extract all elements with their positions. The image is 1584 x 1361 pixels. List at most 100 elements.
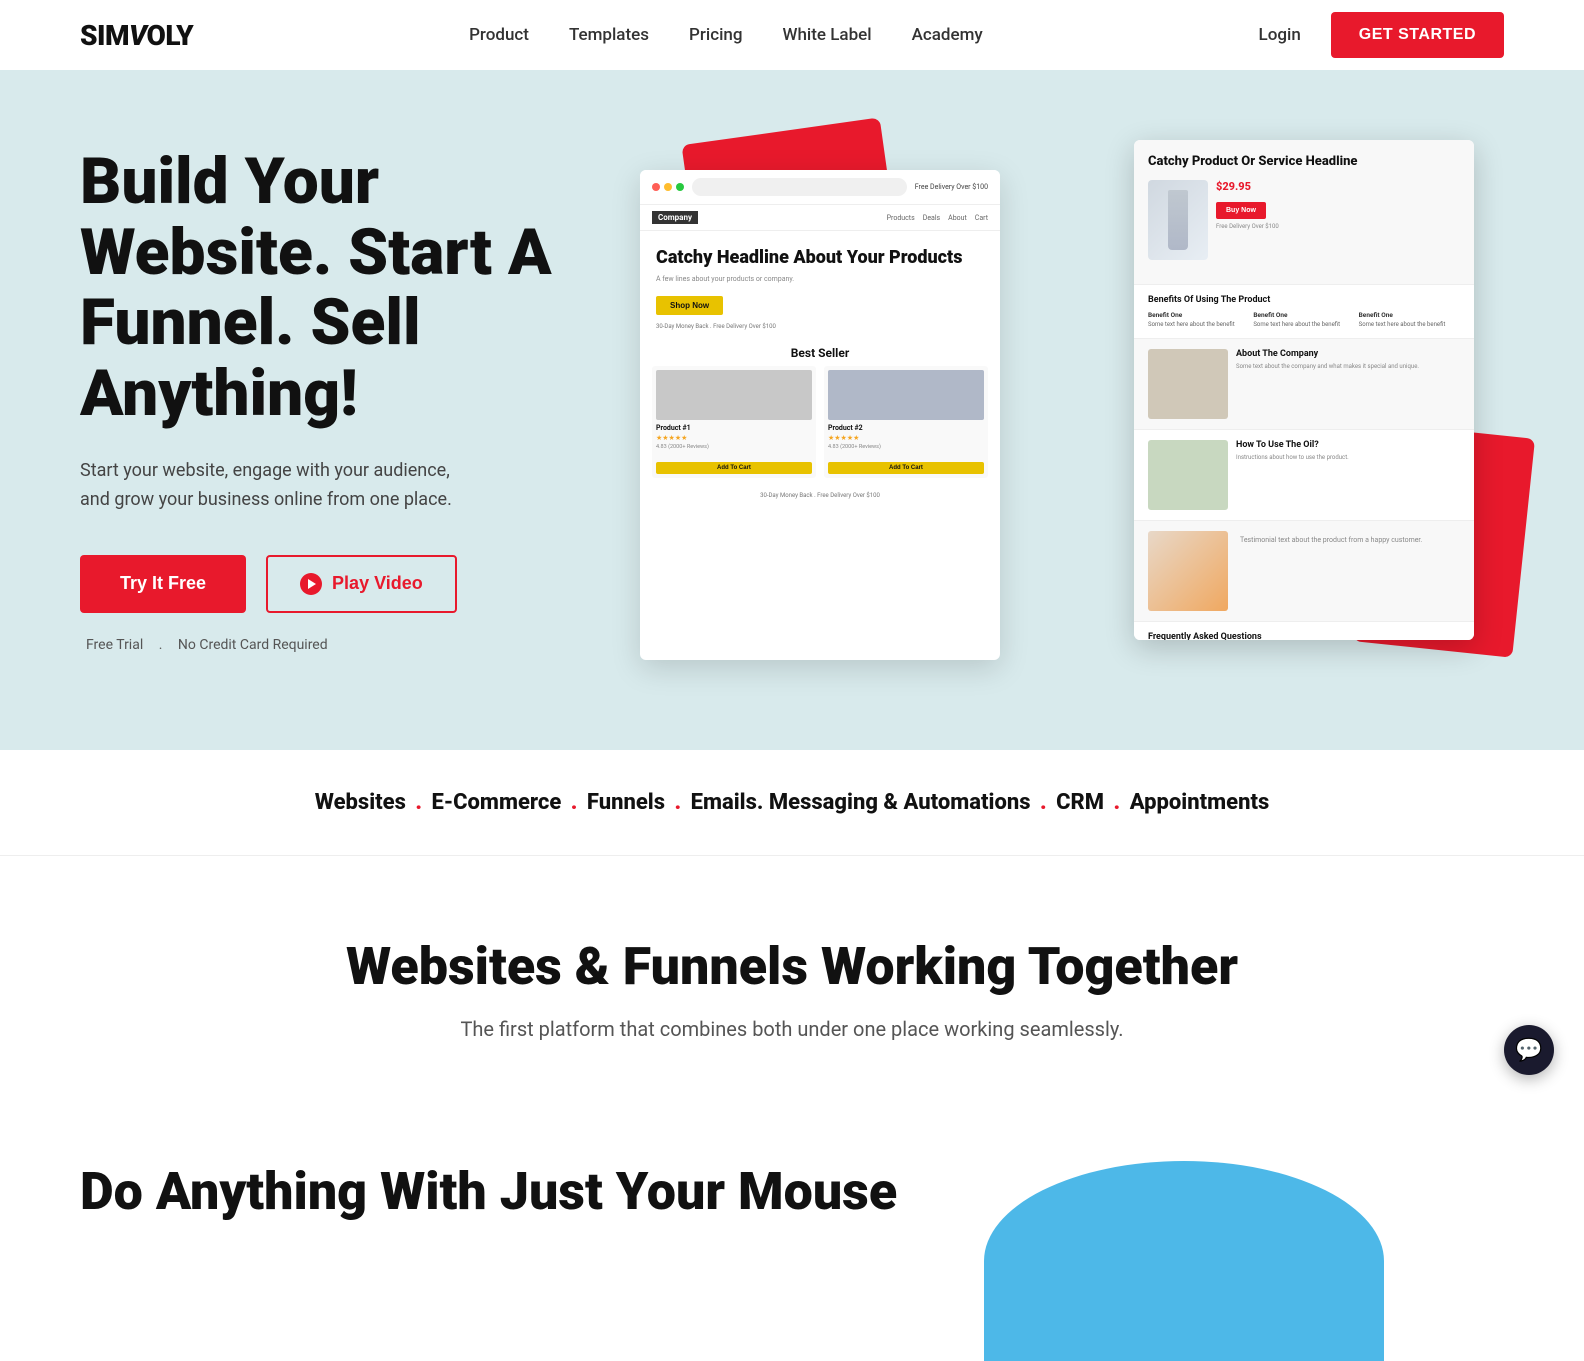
- chat-widget[interactable]: 💬: [1504, 1025, 1554, 1075]
- ss-product-card-1: Product #1 ★★★★★ 4.83 (2000+ Reviews) Ad…: [652, 366, 816, 478]
- ss-product-name-1: Product #1: [656, 424, 812, 432]
- play-video-button[interactable]: Play Video: [266, 555, 457, 613]
- nav-item-whitelabel[interactable]: White Label: [783, 25, 872, 45]
- ss-right-headline: Catchy Product Or Service Headline: [1148, 154, 1460, 170]
- ss-stars-1: ★★★★★: [656, 434, 812, 442]
- ss-how-image: [1148, 440, 1228, 510]
- feature-emails: Emails. Messaging & Automations: [691, 790, 1031, 815]
- ss-dot-yellow: [664, 183, 672, 191]
- ss-nav-products: Products: [887, 214, 915, 222]
- ss-bestseller-title: Best Seller: [640, 338, 1000, 366]
- ss-add-cart-1: Add To Cart: [656, 462, 812, 474]
- get-started-button[interactable]: GET STARTED: [1331, 12, 1504, 58]
- hero-section: Build Your Website. Start A Funnel. Sell…: [0, 70, 1584, 750]
- ss-delivery-badge: Free Delivery Over $100: [915, 183, 988, 191]
- blue-decorative-shape: [984, 1161, 1384, 1361]
- nav-item-templates[interactable]: Templates: [569, 25, 649, 45]
- navbar: SIMVOLY Product Templates Pricing White …: [0, 0, 1584, 70]
- login-link[interactable]: Login: [1259, 25, 1301, 45]
- ss-about-title: About The Company: [1236, 349, 1460, 359]
- nav-links: Product Templates Pricing White Label Ac…: [469, 25, 983, 45]
- logo-v: V: [129, 19, 146, 52]
- ss-product-img-1: [656, 370, 812, 420]
- ss-footer-guarantee: 30-Day Money Back . Free Delivery Over $…: [640, 488, 1000, 503]
- ss-faq-section: Frequently Asked Questions Question 1 Qu…: [1134, 621, 1474, 640]
- hero-buttons: Try It Free Play Video: [80, 555, 580, 613]
- ss-person-text: Testimonial text about the product from …: [1236, 531, 1460, 611]
- ss-benefit-1: Benefit OneSome text here about the bene…: [1148, 311, 1249, 328]
- dot-2: .: [565, 790, 583, 815]
- logo[interactable]: SIMVOLY: [80, 19, 193, 52]
- section2: Websites & Funnels Working Together The …: [0, 855, 1584, 1161]
- ss-how-desc: Instructions about how to use the produc…: [1236, 454, 1460, 462]
- ss-faq-title: Frequently Asked Questions: [1148, 632, 1460, 640]
- dot-1: .: [410, 790, 428, 815]
- feature-crm: CRM: [1056, 790, 1104, 815]
- hero-subtitle: Start your website, engage with your aud…: [80, 457, 480, 515]
- ss-add-cart-2: Add To Cart: [828, 462, 984, 474]
- feature-ecommerce: E-Commerce: [432, 790, 562, 815]
- free-trial-text: Free Trial: [86, 637, 143, 653]
- ss-price-info: $29.95 Buy Now Free Delivery Over $100: [1216, 180, 1460, 260]
- hero-title: Build Your Website. Start A Funnel. Sell…: [80, 147, 580, 429]
- ss-reviews-1: 4.83 (2000+ Reviews): [656, 444, 812, 450]
- ss-product-name-2: Product #2: [828, 424, 984, 432]
- ss-product-card-2: Product #2 ★★★★★ 4.83 (2000+ Reviews) Ad…: [824, 366, 988, 478]
- ss-shop-button: Shop Now: [656, 296, 723, 315]
- logo-oly: OLY: [146, 19, 193, 52]
- section3: Do Anything With Just Your Mouse: [0, 1161, 1584, 1361]
- ss-how-text: How To Use The Oil? Instructions about h…: [1236, 440, 1460, 510]
- screenshot-right: Catchy Product Or Service Headline $29.9…: [1134, 140, 1474, 640]
- nav-right: Login GET STARTED: [1259, 12, 1504, 58]
- feature-appointments: Appointments: [1130, 790, 1270, 815]
- ss-products-row: Product #1 ★★★★★ 4.83 (2000+ Reviews) Ad…: [640, 366, 1000, 488]
- ss-hero-sub: A few lines about your products or compa…: [656, 275, 984, 283]
- ss-about-section: About The Company Some text about the co…: [1134, 338, 1474, 429]
- ss-about-image: [1148, 349, 1228, 419]
- ss-benefits-grid: Benefit OneSome text here about the bene…: [1148, 311, 1460, 328]
- ss-guarantee: 30-Day Money Back . Free Delivery Over $…: [656, 323, 984, 330]
- chat-icon: 💬: [1515, 1038, 1542, 1063]
- ss-dot-red: [652, 183, 660, 191]
- ss-delivery: Free Delivery Over $100: [1216, 223, 1460, 230]
- dot-5: .: [1108, 790, 1126, 815]
- ss-person-section: Testimonial text about the product from …: [1134, 520, 1474, 621]
- features-bar: Websites . E-Commerce . Funnels . Emails…: [0, 750, 1584, 855]
- ss-product-img-2: [828, 370, 984, 420]
- ss-right-hero: Catchy Product Or Service Headline $29.9…: [1134, 140, 1474, 284]
- ss-mock-nav: Products Deals About Cart: [887, 214, 988, 222]
- ss-benefits-title: Benefits Of Using The Product: [1148, 295, 1460, 305]
- ss-url-bar: [692, 178, 907, 196]
- ss-reviews-2: 4.83 (2000+ Reviews): [828, 444, 984, 450]
- ss-how-section: How To Use The Oil? Instructions about h…: [1134, 429, 1474, 520]
- dot-3: .: [669, 790, 687, 815]
- nav-item-academy[interactable]: Academy: [912, 25, 983, 45]
- screenshot-left: Free Delivery Over $100 Company Products…: [640, 170, 1000, 660]
- play-video-label: Play Video: [332, 573, 423, 594]
- hero-visual: Free Delivery Over $100 Company Products…: [640, 130, 1504, 670]
- play-icon: [300, 573, 322, 595]
- features-text: Websites . E-Commerce . Funnels . Emails…: [80, 790, 1504, 815]
- separator: .: [159, 637, 163, 653]
- ss-hero-title: Catchy Headline About Your Products: [656, 247, 984, 269]
- ss-person-image: [1148, 531, 1228, 611]
- ss-nav-about: About: [948, 214, 967, 222]
- feature-websites: Websites: [315, 790, 406, 815]
- nav-item-pricing[interactable]: Pricing: [689, 25, 743, 45]
- try-free-button[interactable]: Try It Free: [80, 555, 246, 613]
- ss-benefit-2: Benefit OneSome text here about the bene…: [1253, 311, 1354, 328]
- ss-hero-section: Catchy Headline About Your Products A fe…: [640, 231, 1000, 338]
- ss-how-title: How To Use The Oil?: [1236, 440, 1460, 450]
- ss-price: $29.95: [1216, 180, 1460, 193]
- ss-benefit-3: Benefit OneSome text here about the bene…: [1359, 311, 1460, 328]
- ss-bottle-image: [1148, 180, 1208, 260]
- ss-about-text: About The Company Some text about the co…: [1236, 349, 1460, 419]
- nav-item-product[interactable]: Product: [469, 25, 529, 45]
- ss-right-product-area: $29.95 Buy Now Free Delivery Over $100: [1148, 180, 1460, 260]
- ss-stars-2: ★★★★★: [828, 434, 984, 442]
- hero-content: Build Your Website. Start A Funnel. Sell…: [80, 147, 580, 652]
- ss-dot-green: [676, 183, 684, 191]
- hero-note: Free Trial . No Credit Card Required: [80, 637, 580, 653]
- section2-subtitle: The first platform that combines both un…: [442, 1017, 1142, 1041]
- no-cc-text: No Credit Card Required: [178, 637, 328, 653]
